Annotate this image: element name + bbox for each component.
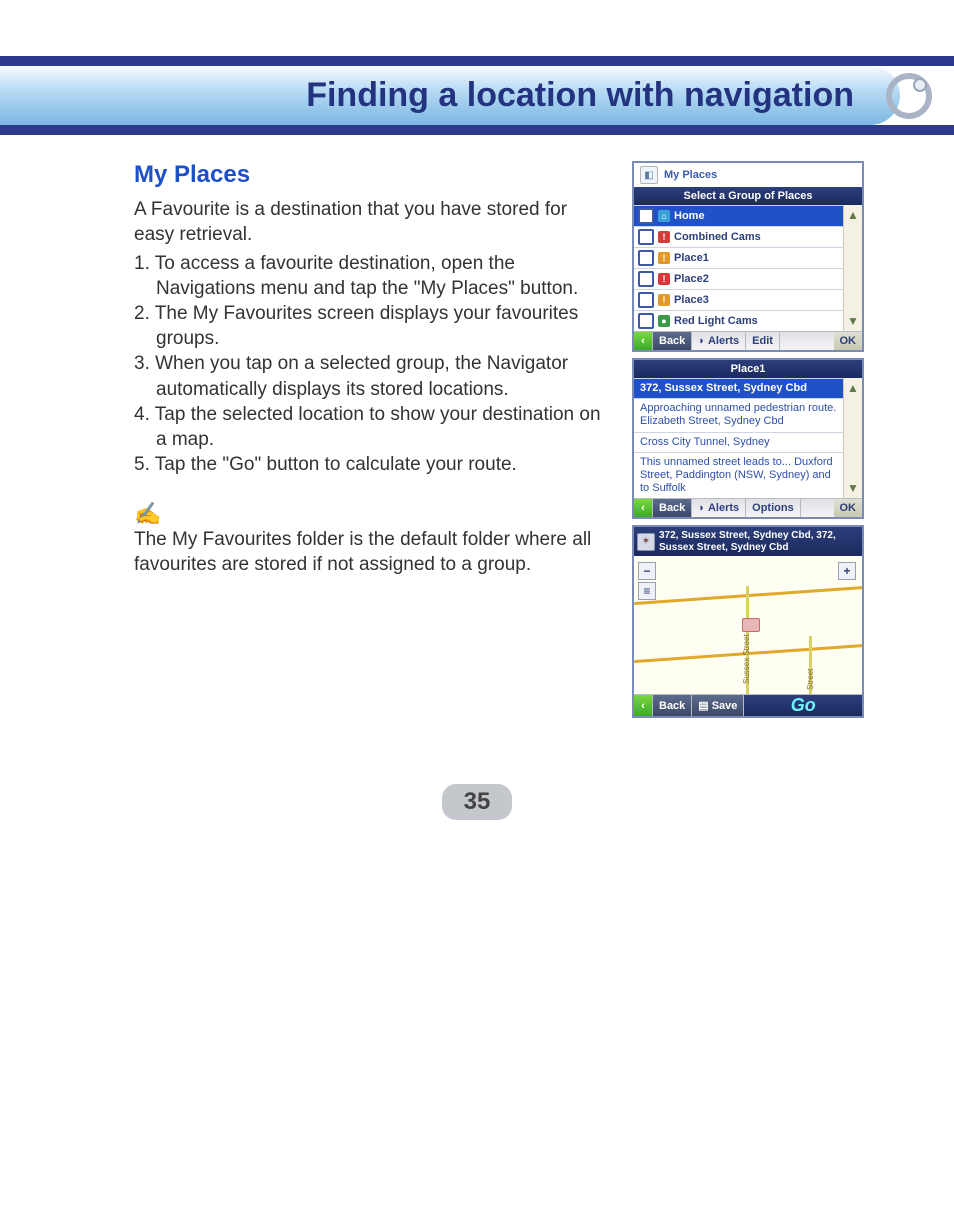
detail-row[interactable]: This unnamed street leads to... Duxford … bbox=[634, 452, 843, 499]
page-number: 35 bbox=[442, 784, 512, 820]
step-4: 4. Tap the selected location to show you… bbox=[134, 402, 610, 452]
ok-button[interactable]: OK bbox=[834, 499, 863, 517]
back-button[interactable]: Back bbox=[653, 332, 692, 350]
go-button[interactable]: Go bbox=[744, 695, 862, 716]
poi-icon: ✶ bbox=[637, 533, 655, 551]
bell-icon: ◗ bbox=[698, 502, 705, 514]
scroll-up-icon[interactable]: ▲ bbox=[847, 382, 859, 394]
back-chevron-icon[interactable]: ‹ bbox=[634, 332, 653, 350]
street-label: Street bbox=[806, 669, 815, 690]
checkbox-icon[interactable] bbox=[638, 250, 654, 266]
save-icon: ▤ bbox=[698, 699, 708, 712]
section-heading: My Places bbox=[134, 161, 610, 189]
detail-row[interactable]: Cross City Tunnel, Sydney bbox=[634, 432, 843, 452]
scroll-down-icon[interactable]: ▼ bbox=[847, 482, 859, 494]
note-icon: ✍ bbox=[134, 501, 610, 527]
checkbox-icon[interactable] bbox=[638, 313, 654, 329]
ok-button[interactable]: OK bbox=[834, 332, 863, 350]
list-item[interactable]: !Combined Cams bbox=[634, 226, 843, 247]
subheader: Place1 bbox=[634, 360, 862, 378]
zoom-in-button[interactable]: + bbox=[838, 562, 856, 580]
back-button[interactable]: Back bbox=[653, 695, 692, 716]
list-item[interactable]: !Place1 bbox=[634, 247, 843, 268]
alerts-button[interactable]: ◗Alerts bbox=[692, 499, 746, 517]
scroll-down-icon[interactable]: ▼ bbox=[847, 315, 859, 327]
zoom-out-button[interactable]: − bbox=[638, 562, 656, 580]
screenshot-map: ✶ 372, Sussex Street, Sydney Cbd, 372, S… bbox=[632, 525, 864, 718]
screenshot-place-detail: Place1 372, Sussex Street, Sydney Cbd Ap… bbox=[632, 358, 864, 519]
step-3: 3. When you tap on a selected group, the… bbox=[134, 351, 610, 401]
bell-icon: ◗ bbox=[698, 335, 705, 347]
camera-icon: ● bbox=[658, 315, 670, 327]
map-address: 372, Sussex Street, Sydney Cbd, 372, Sus… bbox=[659, 530, 859, 553]
subheader: Select a Group of Places bbox=[634, 187, 862, 205]
options-button[interactable]: Options bbox=[746, 499, 801, 517]
edit-button[interactable]: Edit bbox=[746, 332, 780, 350]
list-item[interactable]: !Place3 bbox=[634, 289, 843, 310]
alert-icon: ! bbox=[658, 252, 670, 264]
step-5: 5. Tap the "Go" button to calculate your… bbox=[134, 452, 610, 477]
back-chevron-icon[interactable]: ‹ bbox=[634, 499, 653, 517]
step-1: 1. To access a favourite destination, op… bbox=[134, 251, 610, 301]
checkbox-icon[interactable] bbox=[638, 292, 654, 308]
layers-button[interactable]: ≡ bbox=[638, 582, 656, 600]
list-item[interactable]: ⌂Home bbox=[634, 205, 843, 226]
note-text: The My Favourites folder is the default … bbox=[134, 527, 610, 577]
swirl-icon bbox=[884, 71, 934, 121]
street-label: Sussex Street bbox=[742, 635, 751, 685]
alert-icon: ! bbox=[658, 294, 670, 306]
app-icon: ◧ bbox=[640, 166, 658, 184]
checkbox-icon[interactable] bbox=[638, 271, 654, 287]
intro-text: A Favourite is a destination that you ha… bbox=[134, 197, 610, 247]
window-title: My Places bbox=[664, 169, 717, 181]
map-pin-icon bbox=[742, 618, 760, 632]
back-chevron-icon[interactable]: ‹ bbox=[634, 695, 653, 716]
save-button[interactable]: ▤Save bbox=[692, 695, 744, 716]
list-item[interactable]: ●Red Light Cams bbox=[634, 310, 843, 331]
detail-row[interactable]: 372, Sussex Street, Sydney Cbd bbox=[634, 378, 843, 398]
list-item[interactable]: !Place2 bbox=[634, 268, 843, 289]
back-button[interactable]: Back bbox=[653, 499, 692, 517]
checkbox-icon[interactable] bbox=[638, 208, 654, 224]
home-icon: ⌂ bbox=[658, 210, 670, 222]
screenshot-my-places: ◧ My Places Select a Group of Places ⌂Ho… bbox=[632, 161, 864, 352]
checkbox-icon[interactable] bbox=[638, 229, 654, 245]
alert-icon: ! bbox=[658, 231, 670, 243]
page-title: Finding a location with navigation bbox=[24, 76, 876, 115]
alerts-button[interactable]: ◗Alerts bbox=[692, 332, 746, 350]
scroll-up-icon[interactable]: ▲ bbox=[847, 209, 859, 221]
step-2: 2. The My Favourites screen displays you… bbox=[134, 301, 610, 351]
alert-icon: ! bbox=[658, 273, 670, 285]
detail-row[interactable]: Approaching unnamed pedestrian route. El… bbox=[634, 398, 843, 431]
map-canvas[interactable]: − ≡ + Sussex Street Street bbox=[634, 556, 862, 694]
